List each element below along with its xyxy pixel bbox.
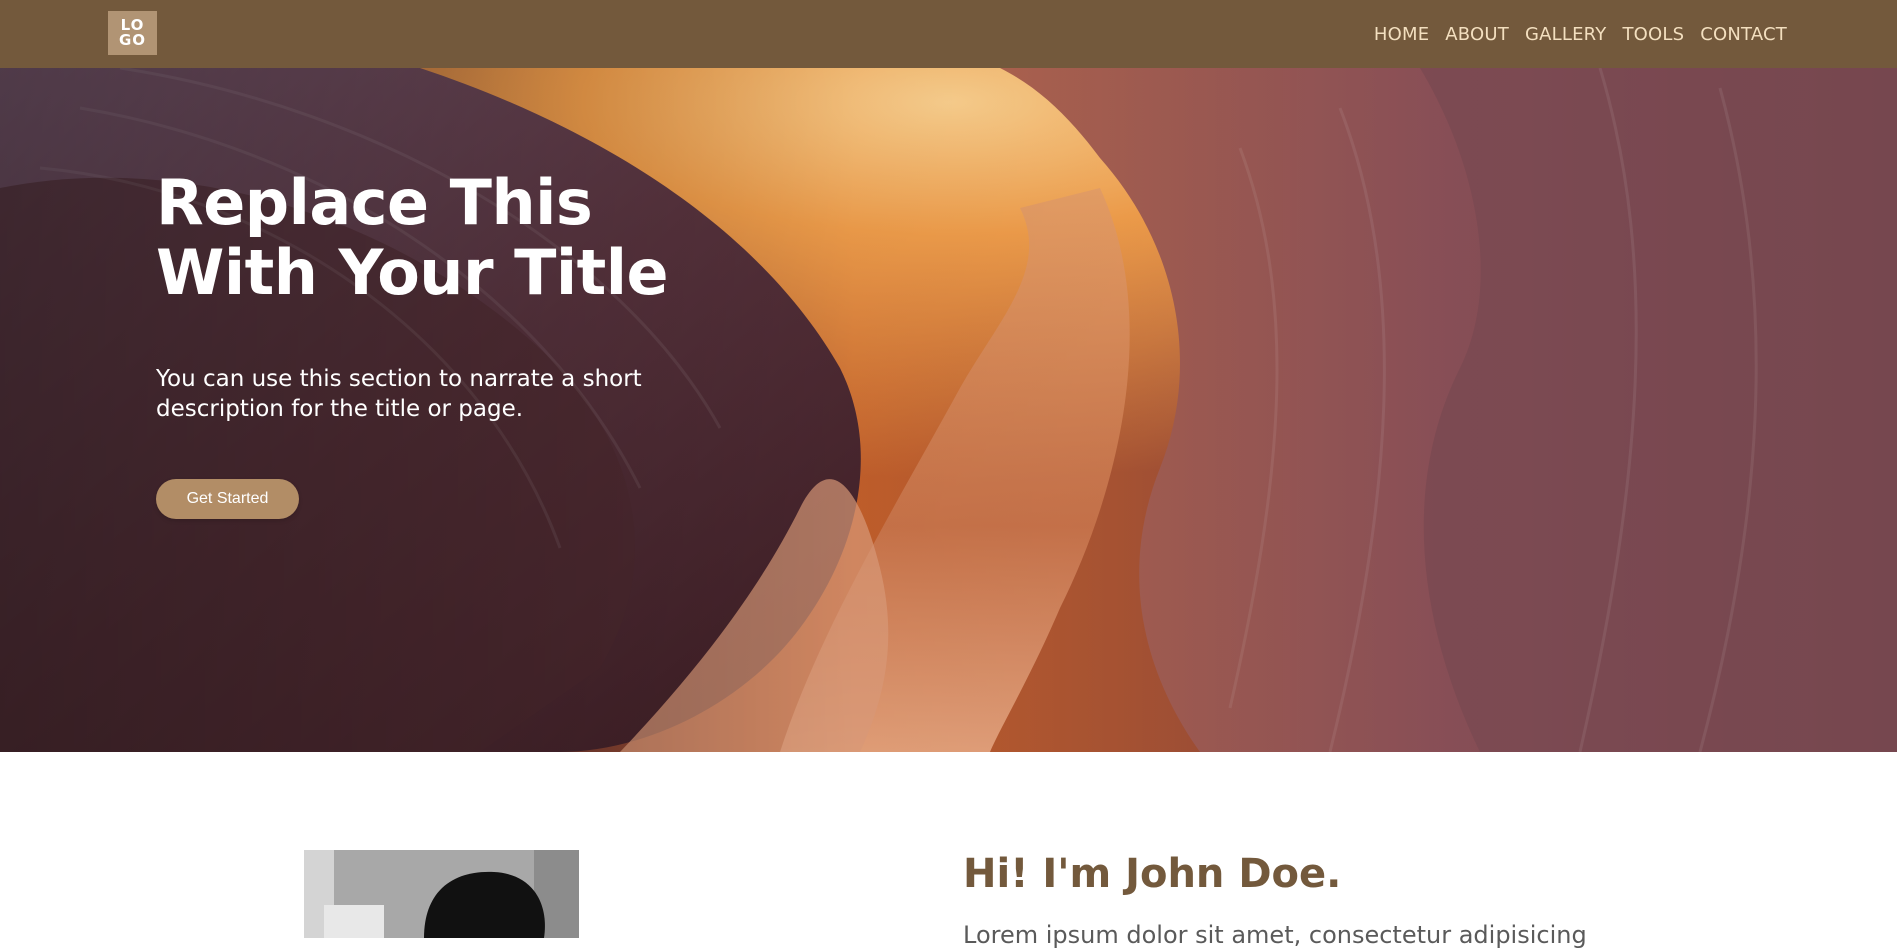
nav-link-home[interactable]: HOME	[1374, 24, 1429, 45]
nav-link-tools[interactable]: TOOLS	[1622, 24, 1684, 45]
nav-link-contact[interactable]: CONTACT	[1700, 24, 1787, 45]
hero-description: You can use this section to narrate a sh…	[156, 366, 642, 422]
nav-link-about[interactable]: ABOUT	[1445, 24, 1509, 45]
nav-link-gallery[interactable]: GALLERY	[1525, 24, 1606, 45]
hero-title: Replace This With Your Title	[156, 168, 796, 308]
profile-photo	[304, 850, 579, 938]
logo-line-2: GO	[118, 31, 147, 49]
about-heading: Hi! I'm John Doe.	[963, 851, 1342, 897]
site-logo[interactable]: LO GO	[108, 11, 157, 55]
main-nav: HOME ABOUT GALLERY TOOLS CONTACT	[1374, 0, 1787, 68]
get-started-button[interactable]: Get Started	[156, 479, 299, 519]
site-header: LO GO HOME ABOUT GALLERY TOOLS CONTACT	[0, 0, 1897, 68]
about-text: Lorem ipsum dolor sit amet, consectetur …	[963, 921, 1587, 949]
hero-title-line-1: Replace This	[156, 166, 593, 239]
hero-title-line-2: With Your Title	[156, 236, 669, 309]
hero-section: Replace This With Your Title You can use…	[0, 68, 1897, 752]
